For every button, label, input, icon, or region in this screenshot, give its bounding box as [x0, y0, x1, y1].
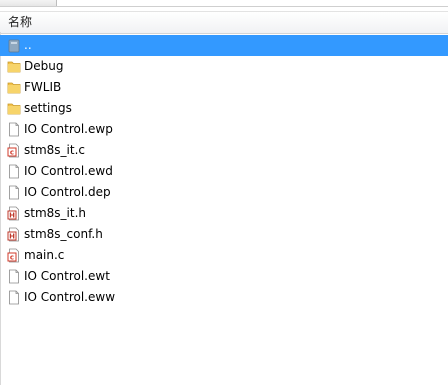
file-row[interactable]: Hstm8s_conf.h — [0, 224, 448, 245]
column-header: 名称 — [0, 11, 448, 34]
file-name: .. — [24, 38, 32, 52]
name-column-header[interactable]: 名称 — [0, 12, 32, 33]
h-header-icon: H — [7, 206, 21, 221]
file-row[interactable]: .. — [0, 35, 448, 56]
c-source-icon: c — [7, 248, 21, 263]
folder-icon — [7, 80, 21, 95]
file-name: IO Control.ewt — [24, 269, 110, 283]
svg-text:c: c — [10, 253, 14, 261]
file-name: stm8s_it.h — [24, 206, 86, 220]
file-row[interactable]: IO Control.dep — [0, 182, 448, 203]
folder-icon — [7, 59, 21, 74]
file-name: FWLIB — [24, 80, 62, 94]
svg-text:c: c — [10, 148, 14, 156]
file-icon — [7, 269, 21, 284]
file-row[interactable]: IO Control.ewp — [0, 119, 448, 140]
folder-icon — [7, 101, 21, 116]
file-icon — [7, 164, 21, 179]
file-row[interactable]: FWLIB — [0, 77, 448, 98]
parent-icon — [7, 38, 21, 53]
svg-text:H: H — [9, 211, 15, 219]
file-row[interactable]: Debug — [0, 56, 448, 77]
file-name: main.c — [24, 248, 65, 262]
file-name: IO Control.ewd — [24, 164, 113, 178]
file-name: Debug — [24, 59, 64, 73]
address-field[interactable] — [56, 0, 448, 6]
file-name: IO Control.ewp — [24, 122, 113, 136]
h-header-icon: H — [7, 227, 21, 242]
address-bar-strip — [0, 0, 448, 7]
file-row[interactable]: IO Control.ewd — [0, 161, 448, 182]
file-row[interactable]: IO Control.ewt — [0, 266, 448, 287]
file-name: IO Control.dep — [24, 185, 111, 199]
file-name: IO Control.eww — [24, 290, 116, 304]
file-row[interactable]: c main.c — [0, 245, 448, 266]
file-name: settings — [24, 101, 72, 115]
file-name: stm8s_it.c — [24, 143, 85, 157]
file-row[interactable]: IO Control.eww — [0, 287, 448, 308]
c-source-icon: c — [7, 143, 21, 158]
file-row[interactable]: Hstm8s_it.h — [0, 203, 448, 224]
file-icon — [7, 290, 21, 305]
file-list: .. Debug FWLIB settings IO Control.ewp c stm8s… — [0, 35, 448, 380]
file-name: stm8s_conf.h — [24, 227, 103, 241]
svg-text:H: H — [9, 232, 15, 240]
file-row[interactable]: settings — [0, 98, 448, 119]
file-row[interactable]: c stm8s_it.c — [0, 140, 448, 161]
file-icon — [7, 122, 21, 137]
file-icon — [7, 185, 21, 200]
